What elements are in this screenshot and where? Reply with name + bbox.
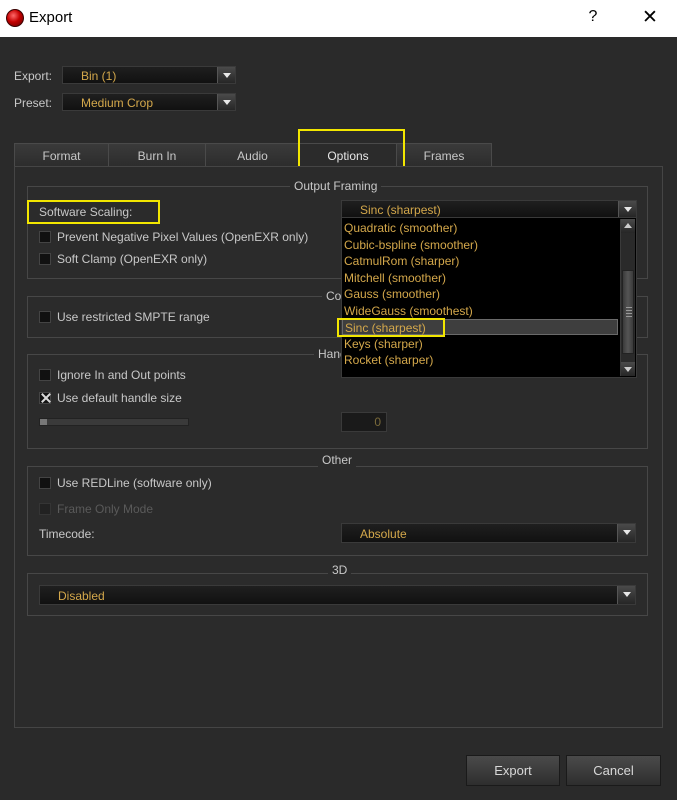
- handle-slider-fill: [40, 419, 48, 425]
- red-app-icon: [6, 9, 24, 27]
- soft-clamp-checkbox[interactable]: [39, 253, 51, 265]
- prevent-negative-label: Prevent Negative Pixel Values (OpenEXR o…: [57, 230, 309, 244]
- cancel-button[interactable]: Cancel: [566, 755, 661, 786]
- export-value: Bin (1): [81, 69, 117, 83]
- timecode-value: Absolute: [360, 527, 407, 541]
- title-bar: Export ? ✕: [0, 0, 677, 37]
- tab-audio[interactable]: Audio: [205, 143, 300, 167]
- soft-clamp-label: Soft Clamp (OpenEXR only): [57, 252, 208, 266]
- scaling-option[interactable]: Quadratic (smoother): [344, 220, 457, 236]
- scaling-list-scrollbar[interactable]: [620, 219, 635, 376]
- scrollbar-thumb[interactable]: [622, 270, 634, 354]
- scaling-options-list: Quadratic (smoother) Cubic-bspline (smoo…: [341, 217, 637, 378]
- export-dropdown[interactable]: Bin (1): [62, 66, 236, 84]
- scaling-option[interactable]: CatmulRom (sharper): [344, 253, 459, 269]
- options-tab-highlight: [298, 129, 405, 168]
- export-button[interactable]: Export: [466, 755, 560, 786]
- smpte-label: Use restricted SMPTE range: [57, 310, 210, 324]
- scroll-up-icon[interactable]: [621, 219, 635, 233]
- scaling-option[interactable]: Keys (sharper): [344, 336, 423, 352]
- handle-size-field[interactable]: 0: [341, 412, 387, 432]
- window-title: Export: [29, 9, 73, 26]
- timecode-dropdown[interactable]: Absolute: [341, 523, 636, 543]
- preset-dropdown[interactable]: Medium Crop: [62, 93, 236, 111]
- three-d-dropdown[interactable]: Disabled: [39, 585, 636, 605]
- sinc-option-highlight: [337, 318, 445, 337]
- three-d-group-title: 3D: [328, 563, 352, 577]
- export-label: Export:: [14, 69, 53, 83]
- redline-label: Use REDLine (software only): [57, 476, 212, 490]
- chevron-down-icon[interactable]: [617, 524, 635, 542]
- smpte-checkbox[interactable]: [39, 311, 51, 323]
- preset-label: Preset:: [14, 96, 53, 110]
- default-handle-label: Use default handle size: [57, 391, 182, 405]
- ignore-in-out-label: Ignore In and Out points: [57, 368, 186, 382]
- frame-only-checkbox: [39, 503, 51, 515]
- chevron-down-icon[interactable]: [617, 586, 635, 604]
- frame-only-label: Frame Only Mode: [57, 502, 154, 516]
- three-d-value: Disabled: [58, 589, 105, 603]
- software-scaling-highlight: [27, 200, 160, 224]
- software-scaling-dropdown[interactable]: Sinc (sharpest): [341, 200, 637, 218]
- tab-frames[interactable]: Frames: [396, 143, 492, 167]
- handle-size-slider[interactable]: [39, 418, 189, 426]
- preset-value: Medium Crop: [81, 96, 154, 110]
- scaling-option[interactable]: Gauss (smoother): [344, 286, 440, 302]
- help-button[interactable]: ?: [585, 8, 601, 26]
- scaling-option[interactable]: Rocket (sharper): [344, 352, 433, 368]
- ignore-in-out-checkbox[interactable]: [39, 369, 51, 381]
- chevron-down-icon[interactable]: [618, 201, 636, 217]
- scaling-option[interactable]: Cubic-bspline (smoother): [344, 237, 478, 253]
- timecode-label: Timecode:: [39, 527, 95, 541]
- default-handle-checkbox[interactable]: [39, 392, 51, 404]
- output-framing-title: Output Framing: [290, 179, 382, 193]
- tab-format[interactable]: Format: [14, 143, 109, 167]
- scaling-option[interactable]: WideGauss (smoothest): [344, 303, 473, 319]
- close-button[interactable]: ✕: [641, 6, 659, 29]
- chevron-down-icon[interactable]: [217, 67, 235, 83]
- chevron-down-icon[interactable]: [217, 94, 235, 110]
- scaling-option[interactable]: Mitchell (smoother): [344, 270, 446, 286]
- other-group-title: Other: [318, 453, 357, 467]
- tab-burn-in[interactable]: Burn In: [108, 143, 206, 167]
- redline-checkbox[interactable]: [39, 477, 51, 489]
- prevent-negative-checkbox[interactable]: [39, 231, 51, 243]
- scroll-down-icon[interactable]: [621, 362, 635, 376]
- software-scaling-value: Sinc (sharpest): [360, 203, 441, 217]
